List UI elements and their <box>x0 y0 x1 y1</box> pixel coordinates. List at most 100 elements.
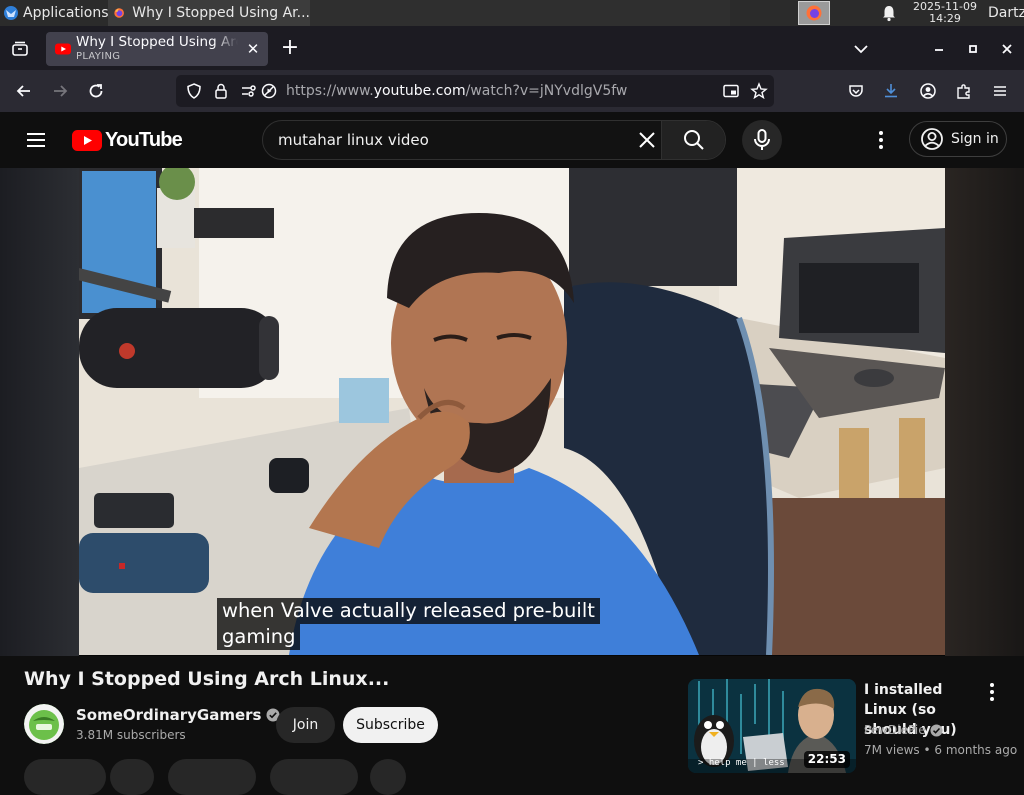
reload-button[interactable] <box>84 79 108 103</box>
close-window-button[interactable] <box>998 40 1016 58</box>
search-input[interactable]: mutahar linux video <box>278 131 429 149</box>
tab-title: Why I Stopped Using Arch Linux... <box>76 34 238 50</box>
url-bar[interactable]: https://www.youtube.com/watch?v=jNYvdlgV… <box>176 75 774 107</box>
applications-label: Applications <box>23 5 109 21</box>
puzzle-icon <box>957 84 970 99</box>
firefox-tray-icon <box>806 5 822 21</box>
youtube-wordmark: YouTube <box>105 128 183 151</box>
app-menu-button[interactable] <box>988 79 1012 103</box>
minimize-icon <box>935 49 943 51</box>
list-all-tabs-button[interactable] <box>852 40 870 58</box>
join-button[interactable]: Join <box>276 707 335 743</box>
subscribe-button[interactable]: Subscribe <box>343 707 438 743</box>
search-icon <box>683 130 704 150</box>
like-button[interactable] <box>24 759 106 795</box>
video-player[interactable]: when Valve actually released pre-built g… <box>0 168 1024 656</box>
hamburger-menu-icon <box>27 133 45 147</box>
bookmark-star-icon[interactable] <box>750 82 768 100</box>
caption-line-2: gaming <box>217 624 301 650</box>
xfce-logo-icon <box>4 6 18 20</box>
tab-playing-status: PLAYING <box>76 51 121 62</box>
extensions-button[interactable] <box>952 79 976 103</box>
video-frame[interactable] <box>79 168 945 655</box>
search-button[interactable] <box>661 121 725 159</box>
thumbnail-caption: > help me | less <box>698 758 785 768</box>
sign-in-label: Sign in <box>951 131 999 147</box>
account-icon <box>920 83 936 99</box>
video-title: Why I Stopped Using Arch Linux... <box>24 668 390 690</box>
arrow-right-icon <box>54 85 68 97</box>
clear-search-button[interactable] <box>637 130 657 150</box>
video-scene <box>79 168 945 655</box>
share-button[interactable] <box>168 759 256 795</box>
firefox-icon <box>114 8 124 18</box>
ambient-glow-left <box>0 168 79 656</box>
tracking-protection-shield-icon[interactable] <box>185 82 203 100</box>
voice-search-button[interactable] <box>742 120 782 160</box>
chevron-down-icon <box>854 45 868 54</box>
back-button[interactable] <box>12 79 36 103</box>
guide-menu-button[interactable] <box>24 128 48 152</box>
recommendation-channel-name: PewDiePie <box>864 723 926 737</box>
new-tab-button[interactable]: + <box>280 37 300 59</box>
account-circle-icon <box>921 128 943 150</box>
recommendation-thumbnail[interactable]: > help me | less 22:53 <box>688 679 856 773</box>
settings-more-button[interactable] <box>872 128 890 152</box>
taskbar-window-firefox[interactable]: Why I Stopped Using Ar... <box>108 0 310 26</box>
minimize-button[interactable] <box>930 40 948 58</box>
hamburger-menu-icon <box>994 86 1006 96</box>
recommendation-channel[interactable]: PewDiePie <box>864 723 943 737</box>
maximize-icon <box>969 45 977 53</box>
system-taskbar: Applications Ξ Why I Stopped Using Ar...… <box>0 0 1024 26</box>
recommendation-more-button[interactable] <box>984 680 1000 704</box>
youtube-header: YouTube mutahar linux video Sign in <box>0 112 1024 168</box>
youtube-logo[interactable]: YouTube <box>72 128 183 151</box>
more-vertical-icon <box>879 131 883 149</box>
tab-close-icon[interactable]: ✕ <box>244 40 262 58</box>
reload-icon <box>89 84 103 98</box>
more-vertical-icon <box>990 683 994 701</box>
download-icon <box>885 84 897 98</box>
tab-list-icon <box>12 41 28 56</box>
browser-tab-strip: Why I Stopped Using Arch Linux... PLAYIN… <box>0 26 1024 70</box>
arrow-left-icon <box>16 85 30 97</box>
recommendation-meta: 7M views • 6 months ago <box>864 743 1018 757</box>
url-text[interactable]: https://www.youtube.com/watch?v=jNYvdlgV… <box>286 83 627 99</box>
tray-firefox-icon[interactable] <box>798 1 830 25</box>
caption-line-1: when Valve actually released pre-built <box>217 598 600 624</box>
tab-youtube[interactable]: Why I Stopped Using Arch Linux... PLAYIN… <box>46 32 268 66</box>
video-duration-badge: 22:53 <box>803 751 850 768</box>
notification-bell-icon[interactable] <box>880 4 898 22</box>
close-icon <box>639 132 655 148</box>
browser-navigation-bar: https://www.youtube.com/watch?v=jNYvdlgV… <box>0 70 1024 112</box>
url-prefix: https://www. <box>286 83 374 99</box>
picture-in-picture-icon[interactable] <box>722 82 740 100</box>
sign-in-button[interactable]: Sign in <box>909 121 1007 157</box>
search-box[interactable]: mutahar linux video <box>262 120 726 160</box>
clock-time: 14:29 <box>929 12 961 25</box>
applications-menu[interactable]: Applications Ξ <box>0 0 121 26</box>
autoplay-blocked-icon[interactable] <box>260 82 278 100</box>
youtube-play-logo-icon <box>72 129 102 151</box>
account-button[interactable] <box>916 79 940 103</box>
channel-name[interactable]: SomeOrdinaryGamers <box>76 706 280 724</box>
verified-check-icon <box>930 723 943 737</box>
permissions-icon[interactable] <box>240 82 258 100</box>
dislike-button[interactable] <box>110 759 154 795</box>
tab-overview-button[interactable] <box>10 39 30 59</box>
save-button[interactable] <box>270 759 358 795</box>
channel-avatar[interactable] <box>24 704 64 744</box>
lock-icon[interactable] <box>212 82 230 100</box>
more-actions-button[interactable] <box>370 759 406 795</box>
pocket-button[interactable] <box>844 79 868 103</box>
downloads-button[interactable] <box>879 79 903 103</box>
channel-name-text: SomeOrdinaryGamers <box>76 706 262 724</box>
forward-button[interactable] <box>48 79 72 103</box>
pocket-icon <box>849 85 863 97</box>
watch-metadata: Why I Stopped Using Arch Linux... SomeOr… <box>0 656 1024 795</box>
maximize-button[interactable] <box>964 40 982 58</box>
youtube-favicon-icon <box>55 43 71 55</box>
clock[interactable]: 2025-11-09 14:29 <box>906 0 984 26</box>
user-menu[interactable]: Dartz <box>988 0 1024 26</box>
taskbar-window-title: Why I Stopped Using Ar... <box>132 5 310 21</box>
